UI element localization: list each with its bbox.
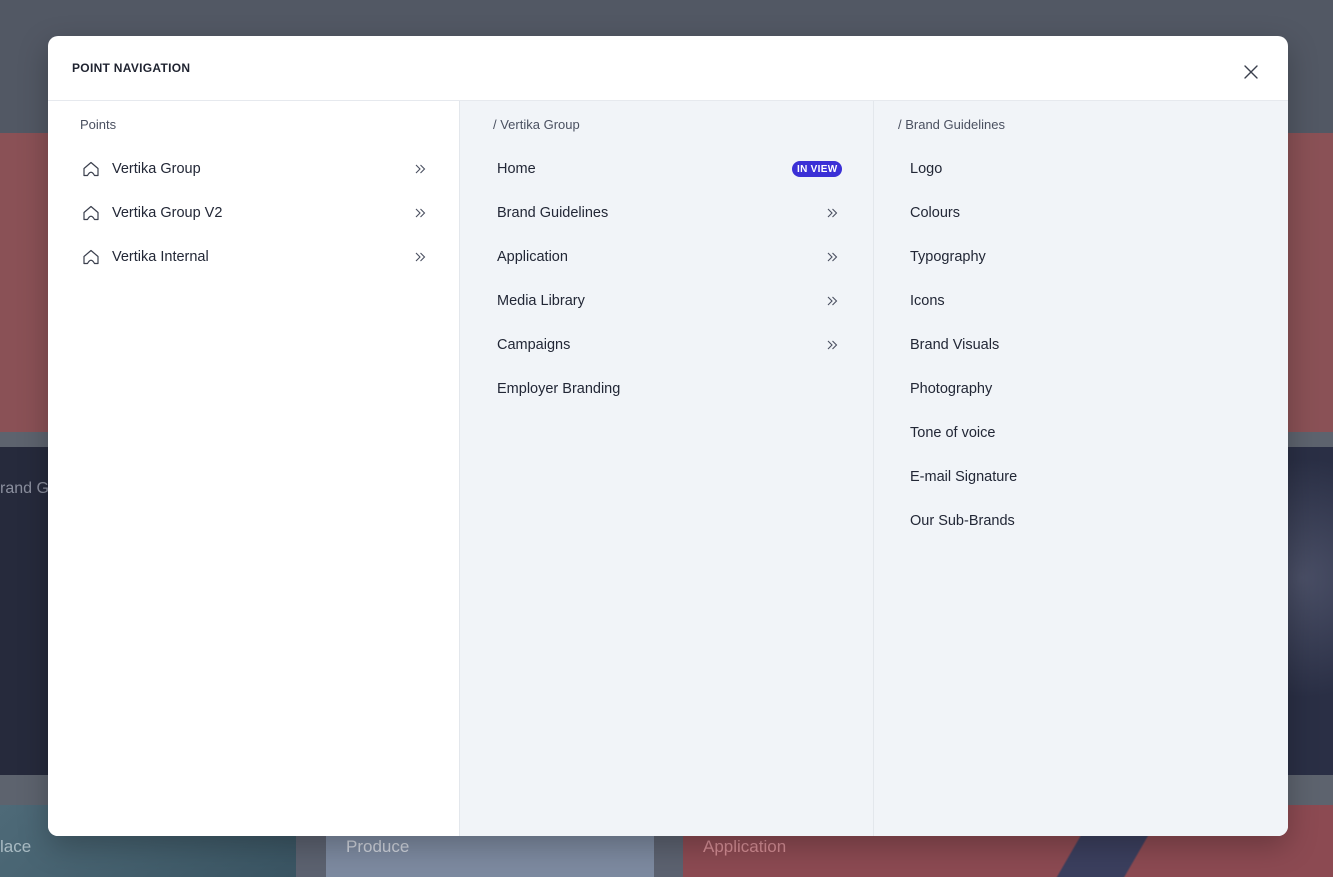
subpage-item-label: Brand Visuals: [910, 337, 1000, 353]
point-item-vertika-group[interactable]: Vertika Group: [48, 147, 459, 191]
chevrons-right-icon[interactable]: [414, 251, 426, 263]
background-section-title: rand G: [0, 480, 48, 497]
home-icon: [82, 160, 100, 178]
point-item-label: Vertika Group: [112, 161, 201, 177]
chevrons-right-icon[interactable]: [826, 339, 838, 351]
page-item-label: Brand Guidelines: [497, 205, 609, 221]
background-card-label: Produce: [346, 837, 410, 856]
subpage-item-icons[interactable]: Icons: [874, 279, 1288, 323]
points-column: Points Vertika Group Vertika Group V2 Ve…: [48, 101, 460, 836]
points-list: Vertika Group Vertika Group V2 Vertika I…: [48, 147, 459, 279]
page-item-employer-branding[interactable]: Employer Branding: [460, 367, 873, 411]
modal-body: Points Vertika Group Vertika Group V2 Ve…: [48, 101, 1288, 836]
subpage-item-typography[interactable]: Typography: [874, 235, 1288, 279]
page-item-home[interactable]: Home IN VIEW: [460, 147, 873, 191]
subpage-item-label: Typography: [910, 249, 986, 265]
background-card-label: lace: [0, 837, 32, 856]
modal-title: POINT NAVIGATION: [72, 61, 191, 75]
page-item-label: Application: [497, 249, 568, 265]
background-card-label: Application: [703, 837, 787, 856]
page-item-media-library[interactable]: Media Library: [460, 279, 873, 323]
point-item-label: Vertika Group V2: [112, 205, 223, 221]
subpage-item-label: Photography: [910, 381, 993, 397]
page-item-label: Campaigns: [497, 337, 571, 353]
subpage-item-tone-of-voice[interactable]: Tone of voice: [874, 411, 1288, 455]
point-item-vertika-group-v2[interactable]: Vertika Group V2: [48, 191, 459, 235]
subpage-item-label: Logo: [910, 161, 943, 177]
page-item-label: Media Library: [497, 293, 585, 309]
subpage-item-label: Icons: [910, 293, 945, 309]
close-button[interactable]: [1233, 54, 1269, 90]
page-item-campaigns[interactable]: Campaigns: [460, 323, 873, 367]
chevrons-right-icon[interactable]: [826, 207, 838, 219]
chevrons-right-icon[interactable]: [826, 251, 838, 263]
page-item-label: Home: [497, 161, 536, 177]
subpage-item-logo[interactable]: Logo: [874, 147, 1288, 191]
subpage-item-email-signature[interactable]: E-mail Signature: [874, 455, 1288, 499]
subpage-item-label: E-mail Signature: [910, 469, 1018, 485]
page-item-label: Employer Branding: [497, 381, 621, 397]
pages-column: / Vertika Group Home IN VIEW Brand Guide…: [460, 101, 874, 836]
page-item-brand-guidelines[interactable]: Brand Guidelines: [460, 191, 873, 235]
subpage-item-label: Tone of voice: [910, 425, 996, 441]
pages-breadcrumb: / Vertika Group: [493, 117, 580, 132]
points-heading: Points: [80, 117, 117, 132]
subpage-item-label: Our Sub-Brands: [910, 513, 1015, 529]
subpages-column: / Brand Guidelines Logo Colours Typograp…: [874, 101, 1288, 836]
subpage-item-brand-visuals[interactable]: Brand Visuals: [874, 323, 1288, 367]
home-icon: [82, 248, 100, 266]
page-item-application[interactable]: Application: [460, 235, 873, 279]
in-view-badge: IN VIEW: [792, 161, 843, 177]
chevrons-right-icon[interactable]: [414, 163, 426, 175]
modal-header: POINT NAVIGATION: [48, 36, 1288, 101]
pages-list: Home IN VIEW Brand Guidelines Applicatio…: [460, 147, 873, 411]
subpage-item-photography[interactable]: Photography: [874, 367, 1288, 411]
subpages-breadcrumb: / Brand Guidelines: [898, 117, 1005, 132]
subpages-list: Logo Colours Typography Icons Brand Visu…: [874, 147, 1288, 543]
close-icon: [1244, 65, 1258, 79]
subpage-item-our-sub-brands[interactable]: Our Sub-Brands: [874, 499, 1288, 543]
subpage-item-colours[interactable]: Colours: [874, 191, 1288, 235]
chevrons-right-icon[interactable]: [414, 207, 426, 219]
point-item-label: Vertika Internal: [112, 249, 209, 265]
point-item-vertika-internal[interactable]: Vertika Internal: [48, 235, 459, 279]
subpage-item-label: Colours: [910, 205, 960, 221]
chevrons-right-icon[interactable]: [826, 295, 838, 307]
home-icon: [82, 204, 100, 222]
background-image-card: [1288, 447, 1333, 775]
point-navigation-modal: POINT NAVIGATION Points Vertika Group Ve…: [48, 36, 1288, 836]
